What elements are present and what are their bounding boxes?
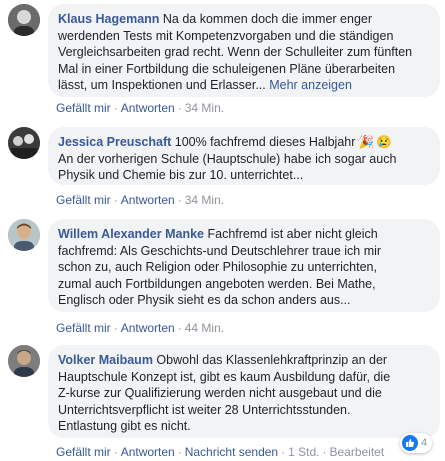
avatar[interactable] bbox=[8, 219, 40, 251]
timestamp[interactable]: 1 Std. bbox=[288, 445, 319, 459]
like-link[interactable]: Gefällt mir bbox=[56, 321, 111, 335]
comment-bubble: Willem Alexander Manke Fachfremd ist abe… bbox=[48, 219, 440, 312]
reply-link[interactable]: Antworten bbox=[121, 321, 175, 335]
send-message-link[interactable]: Nachricht senden bbox=[185, 445, 278, 459]
show-more-link[interactable]: Mehr anzeigen bbox=[269, 78, 352, 92]
comment-text-continued: An der vorherigen Schule (Hauptschule) h… bbox=[58, 151, 397, 183]
like-link[interactable]: Gefällt mir bbox=[56, 445, 111, 459]
comment-bubble: Jessica Preuschaft 100% fachfremd dieses… bbox=[48, 127, 440, 185]
comment-bubble: Klaus Hagemann Na da kommen doch die imm… bbox=[48, 4, 440, 97]
comment-bubble: Volker Maibaum Obwohl das Klassenlehkraf… bbox=[48, 345, 440, 438]
comment-actions: Gefällt mir · Antworten · 34 Min. bbox=[56, 101, 225, 115]
avatar[interactable] bbox=[8, 4, 40, 36]
like-link[interactable]: Gefällt mir bbox=[56, 193, 111, 207]
timestamp[interactable]: 34 Min. bbox=[185, 193, 224, 207]
avatar[interactable] bbox=[8, 127, 40, 159]
reaction-count: 4 bbox=[421, 437, 428, 449]
comment-author[interactable]: Jessica Preuschaft bbox=[58, 135, 171, 149]
comment-actions: Gefällt mir · Antworten · 34 Min. bbox=[56, 193, 225, 207]
comment-actions: Gefällt mir · Antworten · Nachricht senden · 1… bbox=[56, 445, 385, 459]
crying-face-icon: 😢 bbox=[376, 135, 392, 149]
comment-actions: Gefällt mir · Antworten · 44 Min. bbox=[56, 321, 225, 335]
reply-link[interactable]: Antworten bbox=[121, 445, 175, 459]
reply-link[interactable]: Antworten bbox=[121, 193, 175, 207]
comment-author[interactable]: Willem Alexander Manke bbox=[58, 227, 204, 241]
reply-link[interactable]: Antworten bbox=[121, 101, 175, 115]
edited-label[interactable]: Bearbeitet bbox=[329, 445, 384, 459]
comment-author[interactable]: Volker Maibaum bbox=[58, 353, 153, 367]
timestamp[interactable]: 34 Min. bbox=[185, 101, 224, 115]
like-link[interactable]: Gefällt mir bbox=[56, 101, 111, 115]
comment-author[interactable]: Klaus Hagemann bbox=[58, 12, 159, 26]
avatar[interactable] bbox=[8, 345, 40, 377]
reaction-summary[interactable]: 4 bbox=[400, 433, 433, 453]
timestamp[interactable]: 44 Min. bbox=[185, 321, 224, 335]
party-popper-icon: 🎉 bbox=[358, 135, 375, 149]
comment-text: 100% fachfremd dieses Halbjahr bbox=[171, 135, 359, 149]
thumbs-up-icon bbox=[402, 435, 418, 451]
